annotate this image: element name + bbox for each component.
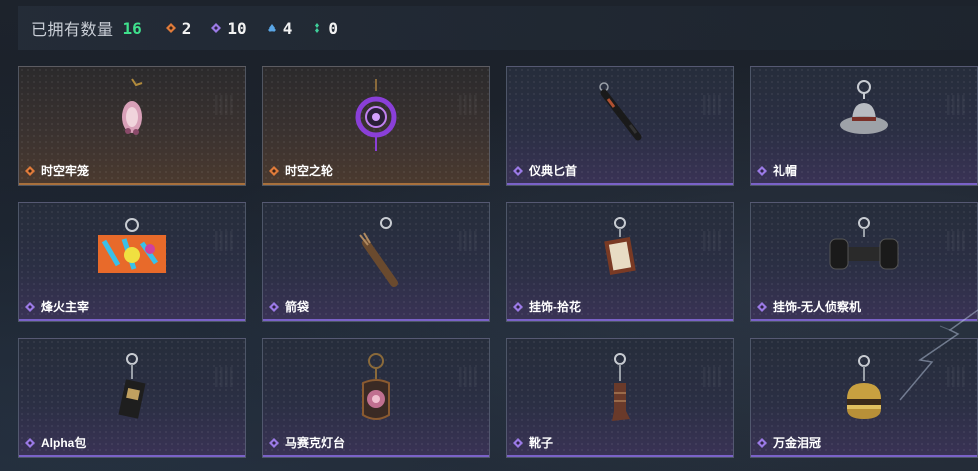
card-pattern — [703, 231, 723, 251]
purple-diamond-icon — [513, 437, 523, 448]
item-name-row: 挂饰-拾花 — [513, 298, 581, 315]
dagger-pendant-icon — [599, 82, 642, 141]
item-name-row: 礼帽 — [757, 162, 797, 179]
rarity-count-value: 2 — [181, 18, 192, 38]
item-card[interactable]: 礼帽 — [750, 66, 978, 186]
card-pattern — [703, 367, 723, 387]
item-card[interactable]: 箭袋 — [262, 202, 490, 322]
item-name: 时空牢笼 — [41, 164, 90, 178]
card-pattern — [703, 95, 723, 115]
purple-diamond-icon — [211, 23, 222, 33]
boot-pendant-icon — [612, 353, 630, 421]
rarity-count-blue: 4 — [267, 18, 293, 38]
item-name: 挂饰-无人侦察机 — [773, 300, 861, 314]
item-name: 靴子 — [529, 436, 554, 450]
item-card[interactable]: 烽火主宰 — [18, 202, 246, 322]
card-pattern — [947, 95, 967, 115]
lightning-decoration — [899, 309, 978, 401]
wheel-pendant-icon — [355, 79, 397, 151]
item-card[interactable]: 马赛克灯台 — [262, 338, 490, 458]
orange-diamond-icon — [269, 165, 279, 176]
card-pattern — [459, 95, 479, 115]
item-name-row: 挂饰-无人侦察机 — [757, 298, 861, 315]
purple-diamond-icon — [757, 301, 767, 312]
card-pattern — [459, 231, 479, 251]
owned-count-total: 16 — [122, 18, 142, 38]
item-card[interactable]: 时空之轮 — [262, 66, 490, 186]
hat-pendant-icon — [840, 80, 888, 134]
item-name: 箭袋 — [285, 300, 310, 314]
item-name: 时空之轮 — [285, 164, 334, 178]
item-name: 礼帽 — [773, 164, 798, 178]
purple-diamond-icon — [269, 437, 279, 448]
item-card[interactable]: 挂饰-拾花 — [506, 202, 734, 322]
card-pattern — [215, 231, 235, 251]
item-name: 仪典匕首 — [529, 164, 578, 178]
rarity-count-green: 0 — [312, 19, 338, 38]
drone-pendant-icon — [829, 217, 899, 270]
item-name-row: 时空牢笼 — [25, 162, 89, 179]
orange-diamond-icon — [165, 23, 176, 33]
item-name: 挂饰-拾花 — [529, 300, 581, 314]
item-card[interactable]: 时空牢笼 — [18, 66, 246, 186]
purple-diamond-icon — [269, 301, 279, 312]
item-name: 烽火主宰 — [41, 300, 90, 314]
purple-diamond-icon — [25, 437, 35, 448]
item-name: Alpha包 — [41, 436, 87, 450]
graffiti-box-icon — [98, 218, 166, 273]
rarity-count-value: 10 — [227, 18, 247, 38]
lamp-pendant-icon — [362, 353, 390, 420]
bag-pendant-icon — [118, 353, 146, 419]
card-pattern — [215, 95, 235, 115]
rarity-count-value: 4 — [282, 18, 293, 38]
owned-count-label: 已拥有数量 — [31, 22, 114, 39]
rarity-count-purple: 10 — [211, 18, 247, 38]
owned-summary-bar: 已拥有数量 16 2 10 4 0 — [18, 6, 978, 50]
quiver-pendant-icon — [359, 217, 398, 287]
item-card[interactable]: 仪典匕首 — [506, 66, 734, 186]
orange-diamond-icon — [25, 165, 35, 176]
purple-diamond-icon — [25, 301, 35, 312]
item-card[interactable]: 靴子 — [506, 338, 734, 458]
purple-diamond-icon — [513, 165, 523, 176]
card-pattern — [215, 367, 235, 387]
item-name-row: 靴子 — [513, 434, 553, 451]
frame-pendant-icon — [604, 217, 636, 275]
item-name-row: Alpha包 — [25, 434, 86, 451]
green-diamond-icon — [315, 23, 320, 33]
purple-diamond-icon — [513, 301, 523, 312]
card-pattern — [459, 367, 479, 387]
item-name-row: 时空之轮 — [269, 162, 333, 179]
item-name-row: 万金泪冠 — [757, 434, 821, 451]
purple-diamond-icon — [757, 165, 767, 176]
item-card[interactable]: Alpha包 — [18, 338, 246, 458]
rarity-count-orange: 2 — [165, 18, 192, 38]
item-name-row: 仪典匕首 — [513, 162, 577, 179]
blue-diamond-icon — [267, 24, 276, 32]
item-name-row: 烽火主宰 — [25, 298, 89, 315]
rarity-count-value: 0 — [328, 18, 338, 38]
cage-pendant-icon — [122, 78, 143, 135]
purple-diamond-icon — [757, 437, 767, 448]
item-name-row: 箭袋 — [269, 298, 309, 315]
item-name-row: 马赛克灯台 — [269, 434, 345, 451]
item-name: 万金泪冠 — [773, 436, 822, 450]
item-name: 马赛克灯台 — [285, 436, 346, 450]
card-pattern — [947, 231, 967, 251]
